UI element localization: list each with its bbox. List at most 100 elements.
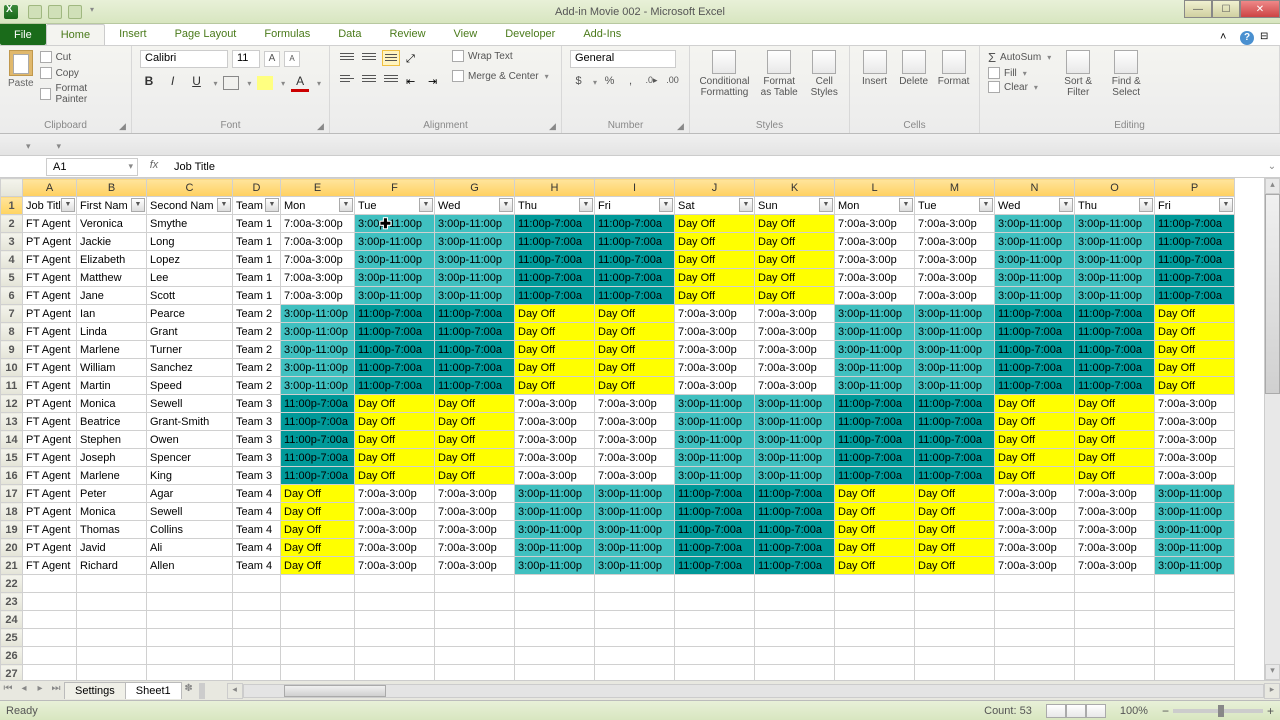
- cell[interactable]: 11:00p-7:00a: [755, 521, 835, 539]
- cell[interactable]: Day Off: [755, 251, 835, 269]
- column-header-G[interactable]: G: [435, 179, 515, 197]
- cell[interactable]: Day Off: [755, 215, 835, 233]
- cell[interactable]: Sanchez: [147, 359, 233, 377]
- cell[interactable]: 11:00p-7:00a: [355, 305, 435, 323]
- cell[interactable]: 7:00a-3:00p: [995, 503, 1075, 521]
- row-header[interactable]: 10: [1, 359, 23, 377]
- cell[interactable]: 11:00p-7:00a: [915, 395, 995, 413]
- cell[interactable]: [915, 665, 995, 681]
- filter-header-cell[interactable]: Second Nam▼: [147, 197, 233, 215]
- format-as-table-button[interactable]: Format as Table: [759, 50, 800, 98]
- cell[interactable]: 7:00a-3:00p: [281, 287, 355, 305]
- cell[interactable]: Day Off: [1155, 341, 1235, 359]
- cell[interactable]: Day Off: [915, 485, 995, 503]
- cell[interactable]: 11:00p-7:00a: [995, 377, 1075, 395]
- wrap-text-button[interactable]: Wrap Text: [452, 50, 549, 62]
- cell[interactable]: [1155, 629, 1235, 647]
- filter-header-cell[interactable]: Mon▼: [281, 197, 355, 215]
- cell[interactable]: Lopez: [147, 251, 233, 269]
- cell[interactable]: Day Off: [995, 467, 1075, 485]
- cell[interactable]: [915, 575, 995, 593]
- cell[interactable]: 11:00p-7:00a: [595, 215, 675, 233]
- cell[interactable]: [1075, 647, 1155, 665]
- row-header[interactable]: 24: [1, 611, 23, 629]
- cell[interactable]: [835, 575, 915, 593]
- cell[interactable]: [355, 593, 435, 611]
- cell[interactable]: 7:00a-3:00p: [835, 287, 915, 305]
- cell[interactable]: 11:00p-7:00a: [675, 521, 755, 539]
- cell[interactable]: Day Off: [675, 251, 755, 269]
- cell[interactable]: 3:00p-11:00p: [515, 503, 595, 521]
- sheet-nav-next[interactable]: ▸: [32, 683, 48, 699]
- cell[interactable]: Team 1: [233, 251, 281, 269]
- cell[interactable]: 7:00a-3:00p: [515, 431, 595, 449]
- filter-dropdown-icon[interactable]: ▼: [61, 198, 75, 212]
- filter-dropdown-icon[interactable]: ▼: [899, 198, 913, 212]
- cell[interactable]: William: [77, 359, 147, 377]
- cell[interactable]: [1075, 611, 1155, 629]
- cell[interactable]: 7:00a-3:00p: [835, 269, 915, 287]
- qat2-dropdown[interactable]: [26, 136, 31, 154]
- row-header[interactable]: 27: [1, 665, 23, 681]
- cell[interactable]: [755, 593, 835, 611]
- cell[interactable]: Day Off: [595, 341, 675, 359]
- filter-dropdown-icon[interactable]: ▼: [1139, 198, 1153, 212]
- cell[interactable]: PT Agent: [23, 233, 77, 251]
- qat2-btn[interactable]: [4, 137, 22, 153]
- cell[interactable]: Day Off: [355, 395, 435, 413]
- cell[interactable]: Day Off: [1075, 413, 1155, 431]
- filter-dropdown-icon[interactable]: ▼: [265, 198, 279, 212]
- format-painter-button[interactable]: Format Painter: [38, 82, 123, 106]
- cell[interactable]: 3:00p-11:00p: [835, 359, 915, 377]
- cell[interactable]: [355, 629, 435, 647]
- cell[interactable]: 11:00p-7:00a: [995, 305, 1075, 323]
- row-header[interactable]: 5: [1, 269, 23, 287]
- align-left-button[interactable]: [338, 72, 356, 88]
- filter-header-cell[interactable]: Fri▼: [1155, 197, 1235, 215]
- cell[interactable]: Day Off: [915, 539, 995, 557]
- cell[interactable]: [147, 665, 233, 681]
- cell[interactable]: 3:00p-11:00p: [915, 377, 995, 395]
- cell[interactable]: 11:00p-7:00a: [1075, 341, 1155, 359]
- column-header-O[interactable]: O: [1075, 179, 1155, 197]
- cell[interactable]: 3:00p-11:00p: [355, 233, 435, 251]
- filter-dropdown-icon[interactable]: ▼: [1219, 198, 1233, 212]
- cell[interactable]: 11:00p-7:00a: [755, 485, 835, 503]
- filter-header-cell[interactable]: Job Title▼: [23, 197, 77, 215]
- cell[interactable]: [1075, 575, 1155, 593]
- cell[interactable]: [147, 647, 233, 665]
- cell[interactable]: 11:00p-7:00a: [595, 233, 675, 251]
- cell[interactable]: 7:00a-3:00p: [1155, 449, 1235, 467]
- cell[interactable]: Day Off: [355, 449, 435, 467]
- cell[interactable]: 11:00p-7:00a: [915, 449, 995, 467]
- cell[interactable]: 11:00p-7:00a: [355, 323, 435, 341]
- cell[interactable]: 7:00a-3:00p: [915, 251, 995, 269]
- cell[interactable]: [233, 629, 281, 647]
- cell[interactable]: 11:00p-7:00a: [1155, 215, 1235, 233]
- underline-button[interactable]: U: [188, 74, 206, 92]
- cell[interactable]: 7:00a-3:00p: [355, 485, 435, 503]
- cell[interactable]: Day Off: [1155, 305, 1235, 323]
- cell[interactable]: 3:00p-11:00p: [675, 413, 755, 431]
- cell[interactable]: [233, 647, 281, 665]
- cell[interactable]: FT Agent: [23, 215, 77, 233]
- cell[interactable]: 7:00a-3:00p: [595, 413, 675, 431]
- cell[interactable]: 3:00p-11:00p: [1155, 557, 1235, 575]
- cell[interactable]: Collins: [147, 521, 233, 539]
- cell[interactable]: Team 2: [233, 323, 281, 341]
- cell[interactable]: 11:00p-7:00a: [435, 323, 515, 341]
- cell[interactable]: 7:00a-3:00p: [835, 215, 915, 233]
- cell[interactable]: [23, 629, 77, 647]
- cell[interactable]: [23, 665, 77, 681]
- cell[interactable]: 7:00a-3:00p: [1075, 503, 1155, 521]
- new-sheet-button[interactable]: ✽: [181, 683, 197, 699]
- view-normal-button[interactable]: [1046, 704, 1066, 718]
- row-header[interactable]: 17: [1, 485, 23, 503]
- column-header-C[interactable]: C: [147, 179, 233, 197]
- cell[interactable]: [995, 647, 1075, 665]
- sheet-nav-first[interactable]: ⏮: [0, 683, 16, 699]
- cell[interactable]: [915, 593, 995, 611]
- cell[interactable]: 11:00p-7:00a: [515, 215, 595, 233]
- cell[interactable]: [77, 593, 147, 611]
- cell[interactable]: 3:00p-11:00p: [915, 341, 995, 359]
